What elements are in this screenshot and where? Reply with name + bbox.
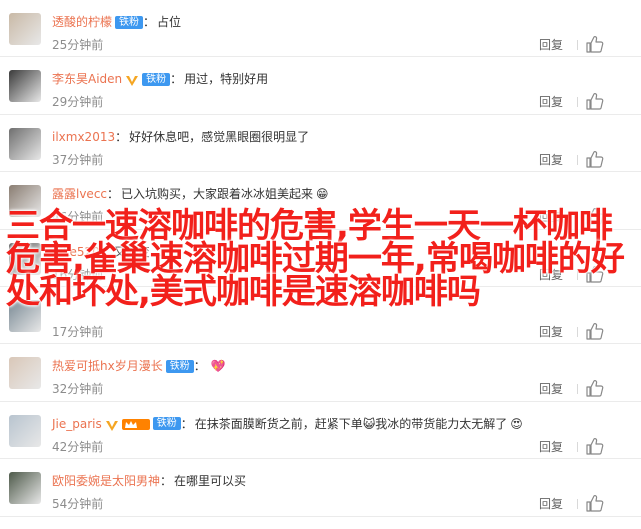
thumbs-up-icon[interactable] (585, 436, 605, 456)
thumbs-up-icon[interactable] (585, 34, 605, 54)
username-link[interactable]: ilxmx2013 (52, 127, 115, 147)
colon-separator: ： (107, 187, 120, 202)
divider (577, 97, 578, 108)
fan-badge: 铁粉 (115, 15, 144, 29)
avatar[interactable] (9, 127, 41, 160)
avatar[interactable] (9, 414, 41, 447)
comment-text: 好好休息吧，感觉黑眼圈很明显了 (129, 129, 310, 144)
reply-button[interactable]: 回复 (539, 151, 563, 168)
divider (577, 154, 578, 165)
comment-text: 已入坑购买，大家跟着冰冰姐美起来 (121, 187, 314, 202)
comment-row: 透酸的柠檬 铁粉：占位 25分钟前 回复 (0, 0, 641, 58)
comment-line: ilxmx2013：好好休息吧，感觉黑眼圈很明显了 (52, 127, 621, 147)
comment-row: 热爱可抵hx岁月漫长 铁粉： 💖 32分钟前 回复 (0, 344, 641, 402)
comment-line: 透酸的柠檬 铁粉：占位 (52, 12, 621, 32)
comment-line: Jie_paris 铁粉：在抹茶面膜断货之前，赶紧下单😺我冰的带货能力太无解了 😍 (52, 414, 621, 434)
divider (577, 40, 578, 50)
colon-separator: ： (180, 416, 193, 431)
username-link[interactable]: 透酸的柠檬 (52, 12, 112, 32)
reply-button[interactable]: 回复 (539, 93, 563, 110)
reply-button[interactable]: 回复 (539, 438, 563, 455)
comment-row: 李东昊Aiden 铁粉：用过，特别好用 29分钟前 回复 (0, 57, 641, 115)
thumbs-up-icon[interactable] (585, 378, 605, 398)
comment-time: 32分钟前 (52, 382, 104, 397)
colon-separator: ： (193, 359, 206, 374)
comment-text: 在抹茶面膜断货之前，赶紧下单😺我冰的带货能力太无解了 (194, 416, 508, 431)
reply-button[interactable]: 回复 (539, 323, 563, 340)
emoji-icon: 💖 (210, 359, 226, 374)
vip-crown-icon (121, 417, 150, 431)
comment-row: 欧阳委婉是太阳男神：在哪里可以买 54分钟前 回复 (0, 459, 641, 517)
verified-v-icon (125, 73, 139, 87)
comment-line: 热爱可抵hx岁月漫长 铁粉： 💖 (52, 356, 621, 376)
comment-time: 17分钟前 (52, 324, 104, 339)
colon-separator: ： (115, 129, 128, 144)
comment-time: 29分钟前 (52, 95, 104, 110)
avatar[interactable] (9, 357, 41, 390)
reply-button[interactable]: 回复 (539, 380, 563, 397)
divider (577, 384, 578, 395)
reply-button[interactable]: 回复 (539, 36, 563, 53)
comment-time: 25分钟前 (52, 38, 104, 52)
username-link[interactable]: Jie_paris (52, 414, 102, 434)
comment-time: 42分钟前 (52, 439, 104, 454)
avatar[interactable] (9, 70, 41, 103)
fan-badge: 铁粉 (165, 359, 194, 373)
comment-text: 占位 (157, 15, 182, 29)
divider (577, 441, 578, 452)
avatar[interactable] (9, 13, 41, 45)
emoji-icon: 😍 (510, 416, 523, 431)
comment-line: 欧阳委婉是太阳男神：在哪里可以买 (52, 471, 621, 491)
verified-v-icon (105, 418, 119, 431)
thumbs-up-icon[interactable] (585, 149, 605, 169)
colon-separator: ： (143, 15, 156, 29)
emoji-icon: 😁 (316, 187, 329, 202)
colon-separator: ： (160, 474, 173, 489)
colon-separator: ： (170, 72, 183, 87)
comment-row: ilxmx2013：好好休息吧，感觉黑眼圈很明显了 37分钟前 回复 (0, 115, 641, 173)
username-link[interactable]: 热爱可抵hx岁月漫长 (52, 356, 163, 376)
thumbs-up-icon[interactable] (585, 321, 605, 341)
divider (577, 499, 578, 510)
fan-badge: 铁粉 (142, 72, 171, 86)
thumbs-up-icon[interactable] (585, 91, 605, 111)
comment-time: 54分钟前 (52, 497, 104, 512)
fan-badge: 铁粉 (152, 417, 181, 431)
comment-line: 李东昊Aiden 铁粉：用过，特别好用 (52, 69, 621, 89)
comment-row: Jie_paris 铁粉：在抹茶面膜断货之前，赶紧下单😺我冰的带货能力太无解了 😍 4… (0, 402, 641, 460)
username-link[interactable]: 李东昊Aiden (52, 69, 122, 89)
comment-text: 用过，特别好用 (184, 72, 269, 87)
overlay-title: 三合一速溶咖啡的危害,学生一天一杯咖啡危害,雀巢速溶咖啡过期一年,常喝咖啡的好处… (6, 206, 625, 312)
comment-text: 在哪里可以买 (174, 474, 247, 489)
reply-button[interactable]: 回复 (539, 495, 563, 512)
comment-time: 37分钟前 (52, 152, 104, 167)
divider (577, 326, 578, 337)
avatar[interactable] (9, 472, 41, 505)
username-link[interactable]: 露露lvecc (52, 184, 107, 204)
thumbs-up-icon[interactable] (585, 493, 605, 513)
username-link[interactable]: 欧阳委婉是太阳男神 (52, 471, 160, 491)
comment-line: 露露lvecc：已入坑购买，大家跟着冰冰姐美起来 😁 (52, 184, 621, 204)
